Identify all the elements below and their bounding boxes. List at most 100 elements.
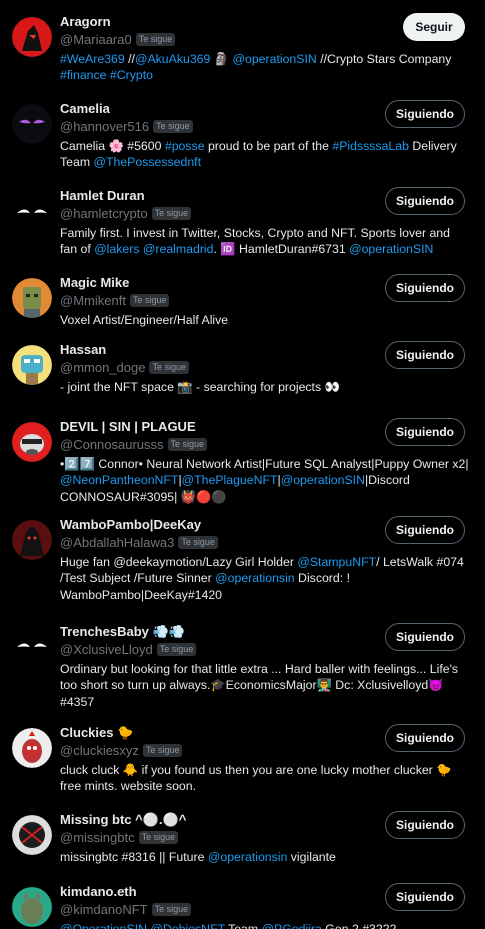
user-display-name[interactable]: Cluckies 🐤 [60, 725, 133, 741]
bio-link[interactable]: #posse [165, 139, 205, 153]
user-display-name[interactable]: Magic Mike [60, 275, 129, 290]
user-display-name[interactable]: Hassan [60, 342, 106, 357]
bio-link[interactable]: @operationsin [208, 850, 287, 864]
bio-text: Voxel Artist/Engineer/Half Alive [60, 313, 229, 327]
bio-link[interactable]: #Crypto [110, 68, 153, 82]
bio-link[interactable]: @ThePossessednft [94, 155, 202, 169]
follows-you-badge: Te sigue [142, 744, 183, 757]
follows-you-badge: Te sigue [151, 903, 192, 916]
user-bio: Camelia 🌸 #5600 #posse proud to be part … [60, 138, 470, 171]
following-button[interactable]: Siguiendo [385, 418, 465, 446]
bio-text: |Discord [364, 473, 410, 488]
user-bio: Ordinary but looking for that little ext… [60, 661, 470, 710]
user-handle[interactable]: @Mmikenft [60, 293, 126, 308]
bio-line: Camelia 🌸 #5600 #posse proud to be part … [60, 138, 470, 154]
bio-text: free mints. website soon. [60, 779, 197, 794]
user-handle[interactable]: @hannover516 [60, 119, 149, 134]
bio-link[interactable]: @OperationSIN [60, 922, 147, 929]
bio-text: Gen 2 #3222 [321, 922, 397, 929]
user-handle[interactable]: @hamletcrypto [60, 206, 148, 221]
user-handle[interactable]: @cluckiesxyz [60, 743, 139, 758]
avatar-wambopambo[interactable] [12, 520, 52, 560]
bio-text: Huge fan @deekaymotion/Lazy Girl Holder [60, 555, 298, 569]
user-bio: Voxel Artist/Engineer/Half Alive [60, 312, 470, 328]
following-button[interactable]: Siguiendo [385, 341, 465, 369]
avatar-missing-btc[interactable] [12, 815, 52, 855]
avatar-hassan[interactable] [12, 345, 52, 385]
avatar-kimdano[interactable] [12, 887, 52, 927]
user-display-name[interactable]: kimdano.eth [60, 884, 137, 899]
bio-link[interactable]: #PidssssaLab [332, 139, 409, 153]
user-display-name[interactable]: TrenchesBaby 💨💨 [60, 624, 185, 640]
bio-text: / LetsWalk #074 [376, 555, 464, 569]
user-display-name[interactable]: Missing btc ^⚪.⚪^ [60, 812, 186, 828]
user-bio: - joint the NFT space 📸 - searching for … [60, 379, 470, 395]
following-button[interactable]: Siguiendo [385, 623, 465, 651]
user-handle[interactable]: @Mariaara0 [60, 32, 132, 47]
following-button[interactable]: Siguiendo [385, 274, 465, 302]
user-display-name[interactable]: Aragorn [60, 14, 111, 29]
bio-text: vigilante [287, 850, 336, 864]
user-handle[interactable]: @kimdanoNFT [60, 902, 148, 917]
bio-link[interactable]: #finance [60, 68, 107, 82]
bio-line: cluck cluck 🐥 if you found us then you a… [60, 762, 470, 778]
user-bio: @OperationSIN @DobiesNFT Team @PGodjira … [60, 921, 470, 929]
avatar-devil-sin-plague[interactable] [12, 422, 52, 462]
bio-line: Family first. I invest in Twitter, Stock… [60, 225, 470, 241]
user-bio: •2️⃣7️⃣ Connor• Neural Network Artist|Fu… [60, 456, 470, 505]
following-button[interactable]: Siguiendo [385, 724, 465, 752]
bio-line: free mints. website soon. [60, 778, 470, 794]
bio-link[interactable]: @operationSIN [233, 52, 317, 66]
avatar-aragorn[interactable] [12, 17, 52, 57]
user-display-name[interactable]: Camelia [60, 101, 110, 116]
user-handle[interactable]: @AbdallahHalawa3 [60, 535, 174, 550]
bio-line: WamboPambo|DeeKay#1420 [60, 587, 470, 603]
bio-link[interactable]: @realmadrid [143, 242, 214, 256]
user-display-name[interactable]: Hamlet Duran [60, 188, 145, 203]
bio-link[interactable]: @AkuAku369 [135, 52, 210, 66]
bio-link[interactable]: @DobiesNFT [150, 922, 224, 929]
user-display-name[interactable]: WamboPambo|DeeKay [60, 517, 201, 532]
avatar-hamlet-duran[interactable] [12, 191, 52, 231]
following-button[interactable]: Siguiendo [385, 811, 465, 839]
bio-link[interactable]: @lakers [94, 242, 139, 256]
following-button[interactable]: Siguiendo [385, 516, 465, 544]
user-handle-row: @AbdallahHalawa3 Te sigue [60, 535, 218, 550]
user-display-name[interactable]: DEVIL | SIN | PLAGUE [60, 419, 196, 434]
bio-link[interactable]: @StampuNFT [297, 555, 376, 569]
following-button[interactable]: Siguiendo [385, 883, 465, 911]
user-handle[interactable]: @Connosaurusss [60, 437, 164, 452]
bio-link[interactable]: @operationsin [215, 571, 294, 585]
bio-link[interactable]: @PGodjira [262, 922, 322, 929]
bio-line: Team @ThePossessednft [60, 154, 470, 170]
following-button[interactable]: Siguiendo [385, 100, 465, 128]
avatar-trenchesbaby[interactable] [12, 627, 52, 667]
user-handle-row: @Mariaara0 Te sigue [60, 32, 176, 47]
user-handle[interactable]: @mmon_doge [60, 360, 145, 375]
user-handle-row: @XclusiveLloyd Te sigue [60, 642, 197, 657]
bio-link[interactable]: @NeonPantheonNFT [60, 473, 178, 487]
bio-text: . 🆔 HamletDuran#6731 [213, 242, 350, 257]
follow-button[interactable]: Seguir [403, 13, 465, 41]
user-handle-row: @Connosaurusss Te sigue [60, 437, 208, 452]
bio-link[interactable]: @ThePlagueNFT [182, 473, 278, 487]
bio-line: @NeonPantheonNFT|@ThePlagueNFT|@operatio… [60, 472, 470, 488]
bio-link[interactable]: @operationSIN [281, 473, 365, 487]
user-bio: cluck cluck 🐥 if you found us then you a… [60, 762, 470, 795]
bio-link[interactable]: #WeAre369 [60, 52, 125, 66]
bio-text: - joint the NFT space 📸 - searching for … [60, 380, 340, 394]
user-handle[interactable]: @missingbtc [60, 830, 135, 845]
user-handle-row: @missingbtc Te sigue [60, 830, 179, 845]
avatar-cluckies[interactable] [12, 728, 52, 768]
bio-link[interactable]: @operationSIN [349, 242, 433, 256]
avatar-camelia[interactable] [12, 104, 52, 144]
avatar-magic-mike[interactable] [12, 278, 52, 318]
follows-you-badge: Te sigue [138, 831, 179, 844]
follows-you-badge: Te sigue [151, 207, 192, 220]
bio-text: /Test Subject /Future Sinner [60, 571, 216, 586]
following-button[interactable]: Siguiendo [385, 187, 465, 215]
user-handle[interactable]: @XclusiveLloyd [60, 642, 153, 657]
bio-line: Voxel Artist/Engineer/Half Alive [60, 312, 470, 328]
bio-text: // [124, 52, 135, 66]
bio-text: Ordinary but looking for that little ext… [60, 662, 459, 676]
